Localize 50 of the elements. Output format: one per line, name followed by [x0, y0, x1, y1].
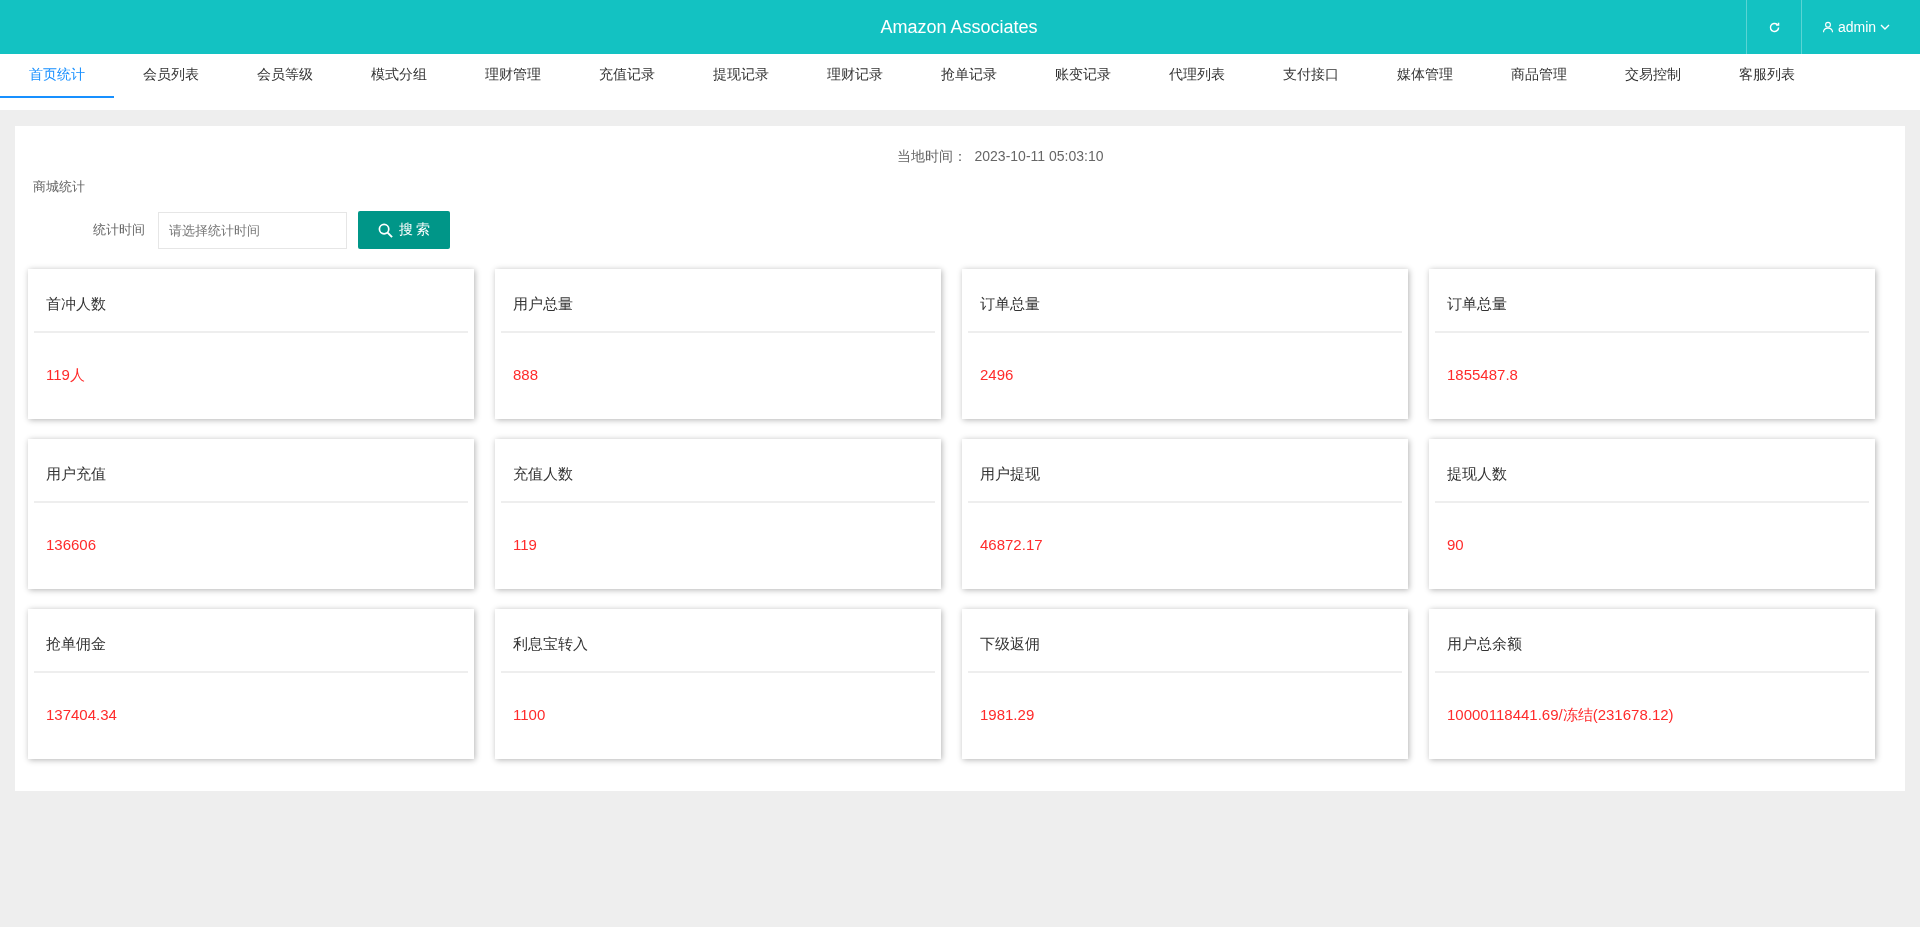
- nav-tab[interactable]: 媒体管理: [1368, 54, 1482, 98]
- stat-value: 119人: [46, 366, 85, 383]
- app-title: Amazon Associates: [879, 16, 1039, 39]
- section-title: 商城统计: [33, 178, 86, 196]
- stat-value: 1855487.8: [1447, 366, 1518, 383]
- nav-tab[interactable]: 代理列表: [1140, 54, 1254, 98]
- nav-tab[interactable]: 理财管理: [456, 54, 570, 98]
- nav-tab[interactable]: 支付接口: [1254, 54, 1368, 98]
- stat-value: 90: [1447, 536, 1464, 553]
- stat-value: 46872.17: [980, 536, 1043, 553]
- user-icon: [1822, 21, 1834, 33]
- local-time-label: 当地时间：: [896, 148, 967, 164]
- nav-tab[interactable]: 抢单记录: [912, 54, 1026, 98]
- search-button[interactable]: 搜 索: [358, 211, 450, 249]
- chevron-icon: [1880, 22, 1891, 32]
- stat-value: 10000118441.69/冻结(231678.12): [1447, 706, 1674, 723]
- nav-tab[interactable]: 交易控制: [1596, 54, 1710, 98]
- stat-title: 下级返佣: [968, 609, 1402, 673]
- stat-value: 888: [513, 366, 539, 383]
- stat-title: 抢单佣金: [34, 609, 468, 673]
- stat-title: 提现人数: [1435, 439, 1869, 503]
- stat-title: 充值人数: [501, 439, 935, 503]
- search-icon: [377, 222, 393, 238]
- filter-label: 统计时间: [92, 221, 145, 239]
- refresh-icon: [1767, 20, 1781, 34]
- stat-title: 首冲人数: [34, 269, 468, 333]
- stat-title: 订单总量: [1435, 269, 1869, 333]
- nav-tab[interactable]: 充值记录: [570, 54, 684, 98]
- nav-tab[interactable]: 商品管理: [1482, 54, 1596, 98]
- nav-tab[interactable]: 模式分组: [342, 54, 456, 98]
- stat-value: 1981.29: [980, 706, 1035, 723]
- stat-title: 用户充值: [34, 439, 468, 503]
- nav-tab[interactable]: 账变记录: [1026, 54, 1140, 98]
- local-time: 2023-10-11 05:03:10: [974, 148, 1104, 164]
- stat-value: 1100: [513, 706, 546, 723]
- nav-tab[interactable]: 提现记录: [684, 54, 798, 98]
- stat-value: 2496: [980, 366, 1014, 383]
- nav-tab[interactable]: 客服列表: [1710, 54, 1824, 98]
- nav-tab[interactable]: 理财记录: [798, 54, 912, 98]
- date-field[interactable]: 请选择统计时间: [158, 211, 347, 249]
- stat-title: 用户总量: [501, 269, 935, 333]
- stat-value: 137404.34: [46, 706, 117, 723]
- stat-title: 用户提现: [968, 439, 1402, 503]
- stat-value: 119: [513, 536, 537, 553]
- nav-tab[interactable]: 会员等级: [228, 54, 342, 98]
- stat-value: 136606: [46, 536, 97, 553]
- stat-title: 用户总余额: [1435, 609, 1869, 673]
- nav-tab[interactable]: 会员列表: [114, 54, 228, 98]
- stat-title: 利息宝转入: [501, 609, 935, 673]
- stat-title: 订单总量: [968, 269, 1402, 333]
